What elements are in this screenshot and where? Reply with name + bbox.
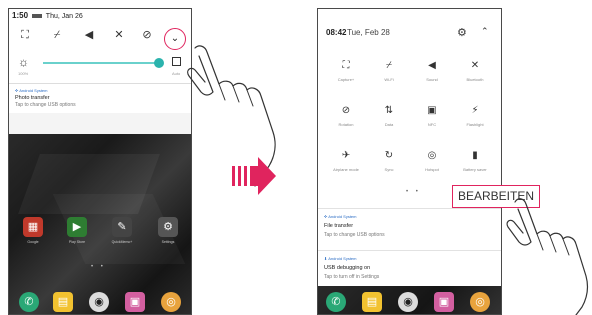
- capture-icon: ⛶: [342, 60, 350, 71]
- phone-screen-left: 1:50 Thu, Jan 26 ⛶ ⌿ ◀ ✕ ⊘ ⌄ ☼ 100% Auto…: [8, 8, 192, 315]
- notification-app: ⬇ Android System: [324, 256, 357, 261]
- notification-title: File transfer: [324, 223, 354, 229]
- messages-icon[interactable]: ▤: [53, 292, 73, 312]
- hotspot-icon: ◎: [427, 150, 437, 161]
- notification-title: USB debugging on: [324, 265, 371, 271]
- status-icons: [31, 14, 42, 19]
- gallery-icon[interactable]: ▣: [434, 292, 454, 312]
- app-label: Play Store: [68, 240, 86, 244]
- tile-flashlight[interactable]: ⚡ Flashlight: [455, 104, 495, 134]
- auto-brightness-checkbox[interactable]: [172, 57, 181, 66]
- battery-saver-icon: ▮: [472, 150, 478, 161]
- wifi-off-icon[interactable]: ⌿: [49, 27, 65, 43]
- tile-capture[interactable]: ⛶ Capture+: [326, 59, 366, 89]
- notification-app: ✣ Android System: [324, 214, 357, 219]
- tile-bluetooth[interactable]: ✕ Bluetooth: [455, 59, 495, 89]
- camera-icon[interactable]: ◉: [398, 292, 418, 312]
- chrome-icon[interactable]: ◎: [161, 292, 181, 312]
- wifi-off-icon: ⌿: [386, 60, 392, 71]
- brightness-slider[interactable]: [43, 62, 159, 64]
- tile-wifi[interactable]: ⌿ Wi-Fi: [369, 59, 409, 89]
- flashlight-icon: ⚡: [471, 105, 479, 116]
- brightness-row: ☼ 100% Auto: [9, 52, 191, 80]
- gallery-icon[interactable]: ▣: [125, 292, 145, 312]
- page-indicator: • •: [91, 264, 106, 270]
- notification-app: ✣ Android System: [15, 88, 48, 93]
- sound-icon[interactable]: ◀: [81, 27, 97, 43]
- status-bar: 1:50 Thu, Jan 26: [9, 9, 191, 23]
- notification-title: Photo transfer: [15, 95, 50, 101]
- phone-icon[interactable]: ✆: [326, 292, 346, 312]
- brightness-slider-thumb[interactable]: [154, 58, 164, 68]
- app-label: Settings: [161, 240, 175, 244]
- notification-subtitle: Tap to turn off in Settings: [324, 274, 380, 280]
- app-label: QuickMemo+: [111, 240, 133, 244]
- tile-rotation[interactable]: ⊘ Rotation: [326, 104, 366, 134]
- page-indicator: • •: [406, 189, 421, 195]
- notification-card[interactable]: ⬇ Android System USB debugging on Tap to…: [318, 250, 501, 285]
- expand-chevron-button[interactable]: ⌄: [164, 28, 186, 50]
- data-off-icon: ⇅: [384, 105, 394, 116]
- auto-label: Auto: [172, 71, 181, 76]
- tile-battery-saver[interactable]: ▮ Battery saver: [455, 149, 495, 179]
- app-label: Google: [27, 240, 39, 244]
- tile-sound[interactable]: ◀ Sound: [412, 59, 452, 89]
- shade-bottom: [9, 113, 191, 135]
- rotation-icon: ⊘: [341, 105, 351, 116]
- bluetooth-off-icon[interactable]: ✕: [111, 27, 127, 43]
- notification-card[interactable]: ✣ Android System File transfer Tap to ch…: [318, 208, 501, 249]
- sync-icon: ↻: [384, 150, 394, 161]
- sound-icon: ◀: [428, 60, 436, 71]
- messages-icon[interactable]: ▤: [362, 292, 382, 312]
- rotation-icon[interactable]: ⊘: [139, 27, 155, 43]
- nfc-icon[interactable]: ⛶: [17, 27, 33, 43]
- brightness-icon: ☼: [18, 55, 29, 69]
- status-date: Thu, Jan 26: [45, 13, 83, 20]
- tile-nfc[interactable]: ▣ NFC: [412, 104, 452, 134]
- brightness-percent: 100%: [18, 71, 29, 76]
- notification-card[interactable]: ✣ Android System Photo transfer Tap to c…: [9, 83, 191, 114]
- transition-arrow-icon: [232, 157, 276, 195]
- tile-airplane[interactable]: ✈ Airplane mode: [326, 149, 366, 179]
- clock-date: Tue, Feb 28: [347, 28, 390, 37]
- chrome-icon[interactable]: ◎: [470, 292, 490, 312]
- home-wallpaper: ▦ Google ▶ Play Store ✎ QuickMemo+ ⚙ Set…: [9, 134, 191, 314]
- gear-icon[interactable]: ⚙: [457, 26, 467, 39]
- settings-icon[interactable]: ⚙: [158, 217, 178, 237]
- home-wallpaper: ✆ ▤ ◉ ▣ ◎: [318, 286, 501, 314]
- play-store-icon[interactable]: ▶: [67, 217, 87, 237]
- quick-settings-header: 08:42 Tue, Feb 28 ⚙ ⌃: [318, 9, 501, 55]
- phone-icon[interactable]: ✆: [19, 292, 39, 312]
- tile-sync[interactable]: ↻ Sync: [369, 149, 409, 179]
- camera-icon[interactable]: ◉: [89, 292, 109, 312]
- quick-settings-row: ⛶ ⌿ ◀ ✕ ⊘ ⌄: [9, 24, 191, 50]
- airplane-off-icon: ✈: [341, 150, 351, 161]
- phone-screen-right: 08:42 Tue, Feb 28 ⚙ ⌃ ⛶ Capture+ ⌿ Wi-Fi ◀…: [317, 8, 502, 315]
- chevron-down-icon: ⌄: [170, 33, 180, 44]
- quickmemo-icon[interactable]: ✎: [112, 217, 132, 237]
- tile-data[interactable]: ⇅ Data: [369, 104, 409, 134]
- notification-subtitle: Tap to change USB options: [324, 232, 385, 238]
- bluetooth-off-icon: ✕: [470, 60, 480, 71]
- tile-hotspot[interactable]: ◎ Hotspot: [412, 149, 452, 179]
- chevron-up-icon[interactable]: ⌃: [481, 26, 489, 37]
- google-folder-icon[interactable]: ▦: [23, 217, 43, 237]
- notification-subtitle: Tap to change USB options: [15, 102, 76, 108]
- clock-time: 08:42: [326, 28, 347, 37]
- status-time: 1:50: [12, 11, 29, 20]
- tapping-hand-illustration-right: [506, 198, 588, 315]
- nfc-icon: ▣: [427, 105, 437, 116]
